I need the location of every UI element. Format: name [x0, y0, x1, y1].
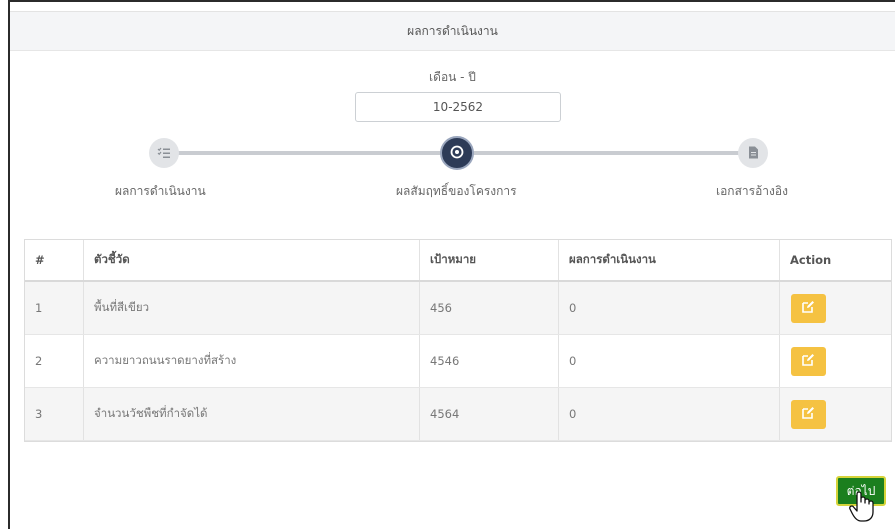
panel-header: ผลการดำเนินงาน: [10, 11, 895, 51]
period-input[interactable]: [355, 92, 561, 122]
list-check-icon: [157, 144, 171, 163]
target-icon: [450, 144, 464, 163]
step-1-label: ผลการดำเนินงาน: [115, 184, 206, 198]
cell-target: 4564: [419, 387, 559, 441]
cell-result: 0: [558, 281, 780, 335]
cell-action: [779, 281, 891, 335]
step-2-label: ผลสัมฤทธิ์ของโครงการ: [396, 184, 517, 198]
step-2-button[interactable]: [440, 136, 474, 170]
cell-result: 0: [558, 387, 780, 441]
table-header-row: # ตัวชี้วัด เป้าหมาย ผลการดำเนินงาน Acti…: [25, 240, 891, 282]
table-row: 2 ความยาวถนนราดยางที่สร้าง 4546 0: [25, 334, 891, 388]
cell-number: 2: [25, 334, 84, 388]
table-row: 1 พื้นที่สีเขียว 456 0: [25, 281, 891, 335]
cell-number: 3: [25, 387, 84, 441]
edit-button[interactable]: [791, 346, 826, 376]
step-1-button[interactable]: [149, 138, 179, 168]
edit-button[interactable]: [791, 399, 826, 429]
cell-result: 0: [558, 334, 780, 388]
document-icon: [748, 144, 759, 163]
cell-indicator: ความยาวถนนราดยางที่สร้าง: [83, 334, 420, 388]
step-3-button[interactable]: [738, 138, 768, 168]
col-header-indicator: ตัวชี้วัด: [83, 240, 420, 282]
cell-indicator: พื้นที่สีเขียว: [83, 281, 420, 335]
col-header-result: ผลการดำเนินงาน: [558, 240, 780, 282]
hand-cursor-icon: [849, 490, 875, 522]
edit-icon: [802, 300, 815, 316]
main-panel: ผลการดำเนินงาน เดือน - ปี ผลการดำเนินงาน: [8, 0, 895, 529]
edit-icon: [802, 353, 815, 369]
cell-target: 4546: [419, 334, 559, 388]
cell-action: [779, 387, 891, 441]
period-label: เดือน - ปี: [429, 70, 476, 84]
cell-action: [779, 334, 891, 388]
cell-number: 1: [25, 281, 84, 335]
table-row: 3 จำนวนวัชพืชที่กำจัดได้ 4564 0: [25, 387, 891, 441]
cell-indicator: จำนวนวัชพืชที่กำจัดได้: [83, 387, 420, 441]
col-header-number: #: [25, 240, 84, 282]
progress-stepper: ผลการดำเนินงาน ผลสัมฤทธิ์ของโครงการ เอกส…: [10, 132, 895, 202]
panel-title: ผลการดำเนินงาน: [407, 24, 498, 38]
step-3-label: เอกสารอ้างอิง: [716, 184, 788, 198]
col-header-target: เป้าหมาย: [419, 240, 559, 282]
indicator-table: # ตัวชี้วัด เป้าหมาย ผลการดำเนินงาน Acti…: [24, 239, 892, 442]
edit-button[interactable]: [791, 293, 826, 323]
col-header-action: Action: [779, 240, 891, 282]
edit-icon: [802, 406, 815, 422]
cell-target: 456: [419, 281, 559, 335]
